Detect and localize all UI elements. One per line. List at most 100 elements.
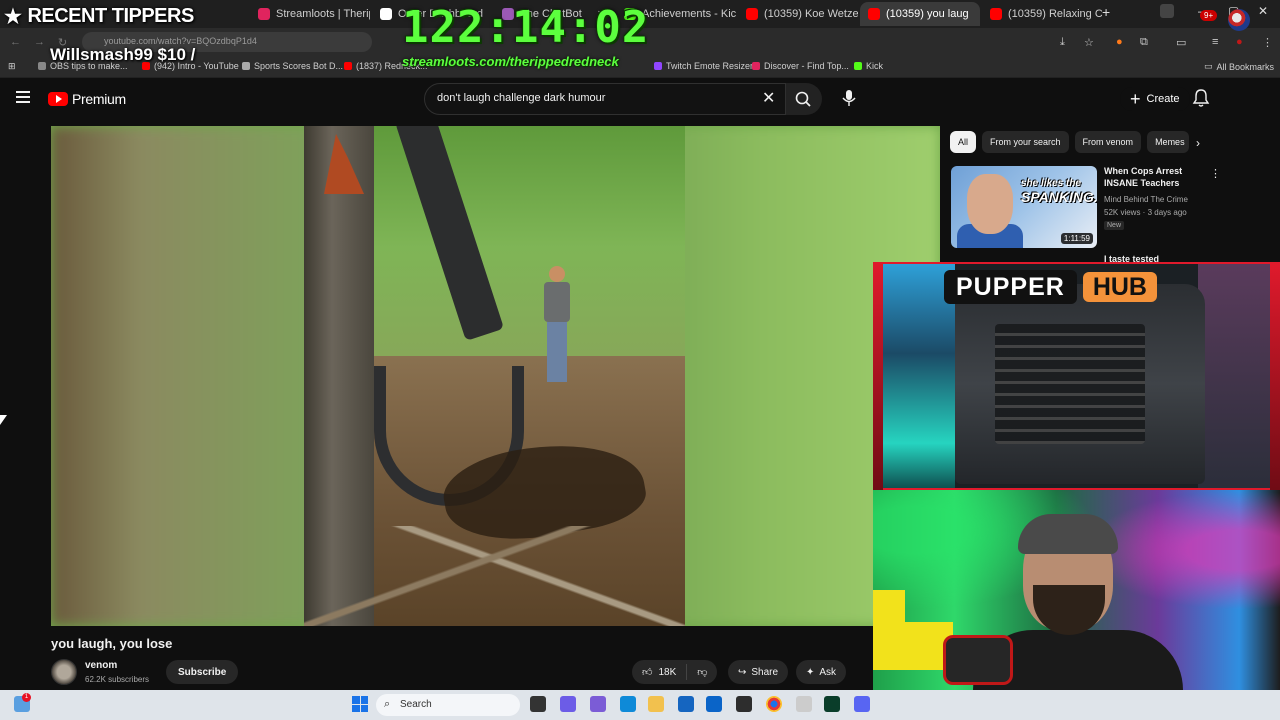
file-explorer-icon[interactable] <box>648 696 664 712</box>
bookmark-item[interactable]: Sports Scores Bot D... <box>242 61 343 71</box>
recommendation-title[interactable]: When Cops Arrest INSANE Teachers <box>1104 166 1204 189</box>
search-button[interactable] <box>786 83 822 115</box>
extensions-icon[interactable] <box>1160 4 1174 18</box>
twitch-icon <box>654 62 662 70</box>
create-label: Create <box>1146 93 1180 105</box>
youtube-logo[interactable]: Premium <box>48 91 126 107</box>
microphone-icon <box>842 90 856 106</box>
chip-from-your-search[interactable]: From your search <box>982 131 1069 153</box>
taskbar-notification-badge: 1 <box>22 693 31 702</box>
bookmark-item[interactable]: Kick <box>854 61 883 71</box>
video-frame <box>304 126 685 626</box>
taskbar-search[interactable]: ⌕ Search <box>376 694 520 716</box>
windows-taskbar <box>0 690 1280 720</box>
account-avatar[interactable] <box>1228 9 1250 31</box>
thumbs-down-icon: 👎︎ <box>697 667 708 678</box>
browser-tab[interactable]: (10359) Koe Wetzel ✕ <box>738 2 858 26</box>
like-count: 18K <box>658 666 677 678</box>
search-input[interactable]: don't laugh challenge dark humour <box>424 83 786 115</box>
streamer-webcam <box>873 490 1280 690</box>
share-button[interactable]: ↪ Share <box>728 660 789 684</box>
back-icon[interactable]: ← <box>10 36 21 48</box>
ask-button[interactable]: ✦ Ask <box>796 660 847 684</box>
chevron-right-icon[interactable]: › <box>1196 136 1200 150</box>
discord-icon[interactable] <box>854 696 870 712</box>
youtube-play-icon <box>48 92 68 106</box>
voice-search-button[interactable] <box>834 83 864 113</box>
install-icon[interactable]: ⤓ <box>1060 36 1065 49</box>
more-options-icon[interactable]: ⋮ <box>1210 167 1221 180</box>
bookmark-star-icon[interactable]: ☆ <box>1084 36 1094 49</box>
dislike-button[interactable]: 👎︎ <box>687 660 717 684</box>
recommendation-views: 52K views · 3 days ago <box>1104 208 1187 217</box>
tab-label: Streamloots | Therip <box>276 8 370 20</box>
apps-icon[interactable]: ⊞ <box>8 61 16 72</box>
chrome-icon[interactable] <box>766 696 782 712</box>
outlook-icon[interactable] <box>706 696 722 712</box>
extension-icon[interactable]: ● <box>1116 36 1123 48</box>
cam-frame-left <box>873 262 883 490</box>
recommendation-channel[interactable]: Mind Behind The Crime <box>1104 195 1188 204</box>
youtube-icon <box>746 8 758 20</box>
screen: Streamloots | Therip ✕ Order Dashboard ✕… <box>0 0 1280 720</box>
youtube-icon <box>344 62 352 70</box>
chip-from-venom[interactable]: From venom <box>1074 131 1142 153</box>
media-icon[interactable]: ≡ <box>1212 36 1218 48</box>
plus-icon: + <box>1130 89 1141 109</box>
create-button[interactable]: + Create <box>1120 87 1190 111</box>
profile-icon[interactable]: ● <box>1236 36 1243 48</box>
ask-label: Ask <box>819 666 837 678</box>
fallen-branches <box>304 526 685 626</box>
tab-label: (10359) Relaxing Car <box>1008 8 1102 20</box>
channel-name[interactable]: venom <box>85 660 117 671</box>
bookmark-item[interactable]: Discover - Find Top... <box>752 61 849 71</box>
tipper-ticker: Willsmash99 $10 / <box>50 45 196 64</box>
search-icon: ⌕ <box>384 698 391 710</box>
notifications-button[interactable] <box>1190 87 1212 109</box>
start-button[interactable] <box>352 696 368 712</box>
subathon-timer: 122:14:02 <box>402 2 650 53</box>
all-bookmarks-button[interactable]: ▭ All Bookmarks <box>1204 61 1274 72</box>
youtube-icon <box>990 8 1002 20</box>
mouse-cursor <box>0 415 7 425</box>
video-player[interactable] <box>51 126 940 626</box>
clear-search-icon[interactable]: ✕ <box>762 88 775 108</box>
puzzle-icon[interactable]: ⧉ <box>1140 36 1148 49</box>
channel-avatar[interactable] <box>51 659 77 685</box>
streamer-hat <box>1018 514 1118 554</box>
store-icon[interactable] <box>678 696 694 712</box>
like-button[interactable]: 👍︎ 18K <box>632 660 686 684</box>
copilot-icon[interactable] <box>560 696 576 712</box>
menu-dots-icon[interactable]: ⋮ <box>1262 36 1273 49</box>
teams-icon[interactable] <box>590 696 606 712</box>
close-icon[interactable]: ✕ <box>975 8 980 21</box>
notification-count-badge: 9+ <box>1200 10 1218 21</box>
menu-icon[interactable] <box>16 91 30 103</box>
sparkle-icon: ✦ <box>806 666 815 678</box>
channel-subscribers: 62.2K subscribers <box>85 675 150 684</box>
recommendation-thumbnail[interactable]: she likes the SPANKING. 1:11:59 <box>951 166 1097 248</box>
close-window-button[interactable]: ✕ <box>1258 4 1268 18</box>
task-view-icon[interactable] <box>530 696 546 712</box>
browser-tab-active[interactable]: (10359) you laug ✕ <box>860 2 980 26</box>
browser-tab[interactable]: Streamloots | Therip ✕ <box>250 2 370 26</box>
video-title: you laugh, you lose <box>51 636 173 651</box>
sidepanel-icon[interactable]: ▭ <box>1176 36 1186 49</box>
new-tab-button[interactable]: + <box>1102 4 1110 20</box>
dashboard-icon <box>380 8 392 20</box>
cam-frame-right <box>1270 262 1280 490</box>
folder-icon: ▭ <box>1204 61 1213 71</box>
browser-tab[interactable]: (10359) Relaxing Car ✕ <box>982 2 1102 26</box>
thumbs-up-icon: 👍︎ <box>642 667 653 678</box>
app-icon[interactable] <box>796 696 812 712</box>
chip-all[interactable]: All <box>950 131 977 153</box>
forward-icon[interactable]: → <box>34 36 45 48</box>
edge-icon[interactable] <box>620 696 636 712</box>
bookmark-item[interactable]: Twitch Emote Resizer <box>654 61 753 71</box>
obs-icon[interactable] <box>736 696 752 712</box>
chip-memes[interactable]: Memes <box>1147 131 1190 153</box>
subscribe-button[interactable]: Subscribe <box>166 660 239 684</box>
share-icon: ↪ <box>738 666 747 678</box>
recent-tippers-overlay: ★ RECENT TIPPERS <box>4 4 194 29</box>
stocks-icon[interactable] <box>824 696 840 712</box>
